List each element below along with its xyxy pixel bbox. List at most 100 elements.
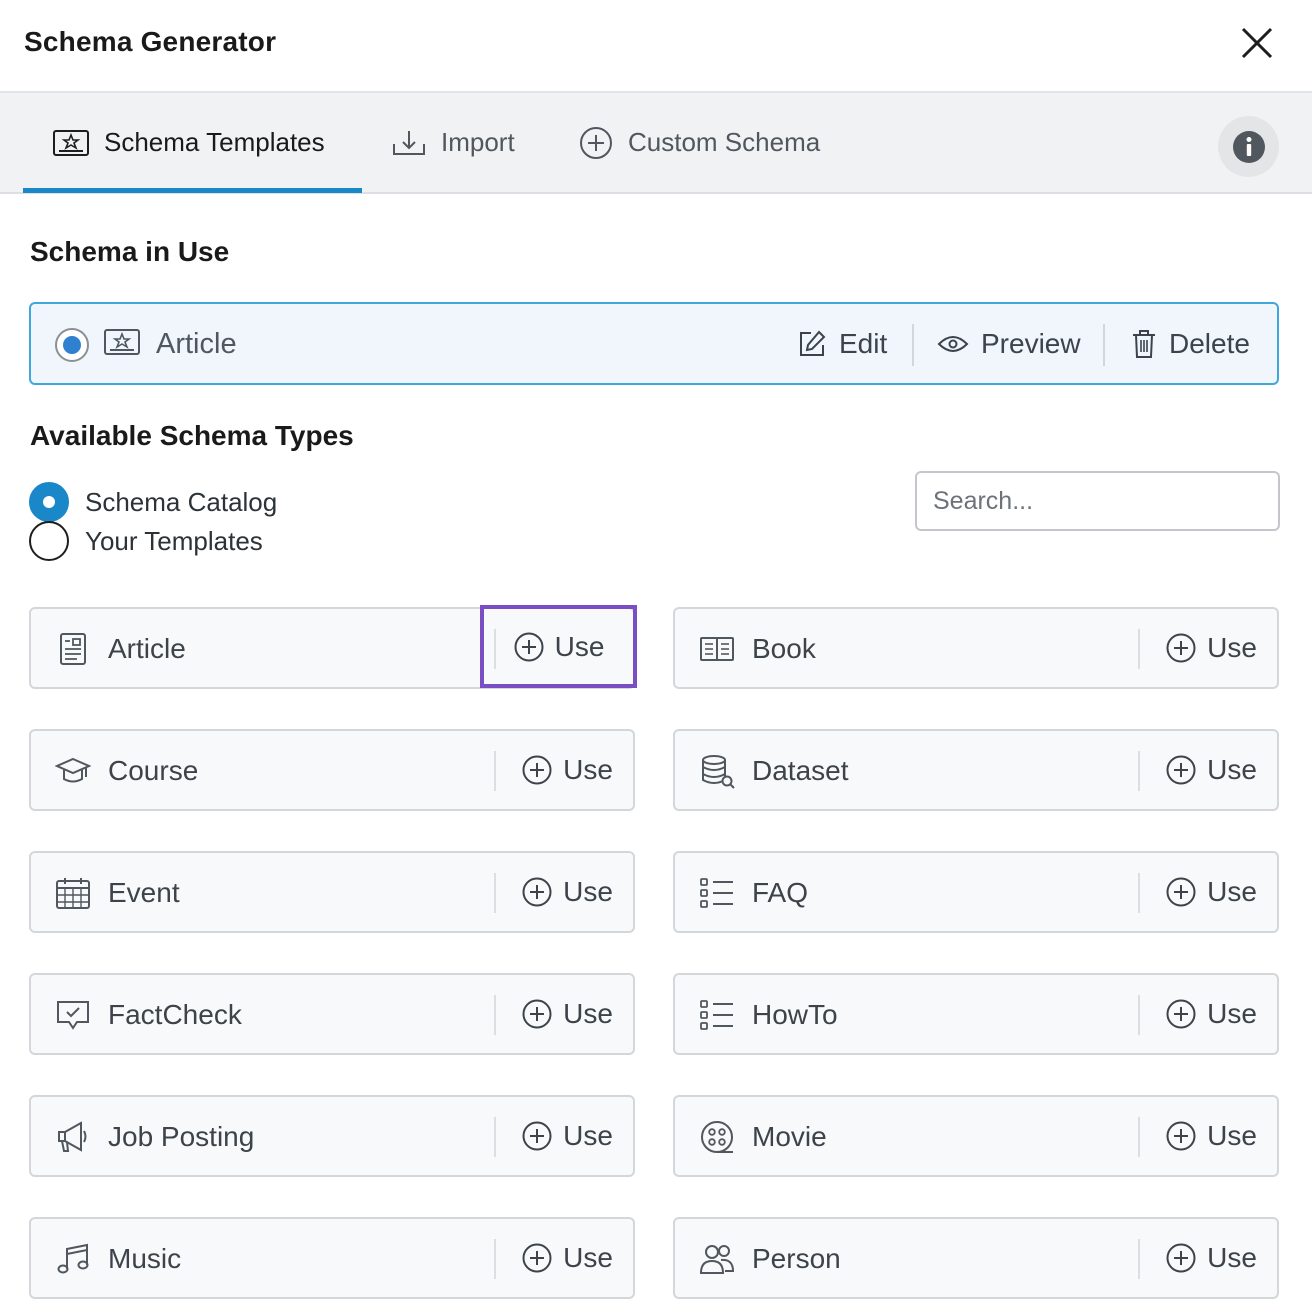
- tab-schema-templates[interactable]: Schema Templates: [52, 93, 325, 192]
- tab-label: Import: [441, 127, 515, 157]
- divider: [1138, 873, 1140, 913]
- use-label: Use: [1207, 754, 1257, 785]
- tab-import[interactable]: Import: [391, 93, 515, 192]
- plus-circle-icon: [580, 126, 612, 159]
- schema-card-faq: FAQ Use: [673, 851, 1279, 933]
- radio-label: Schema Catalog: [85, 486, 278, 517]
- divider: [912, 324, 914, 366]
- book-icon: [700, 637, 734, 661]
- schema-name: Course: [108, 755, 199, 786]
- divider: [494, 995, 496, 1035]
- use-button[interactable]: Use: [1145, 731, 1277, 809]
- divider: [1138, 751, 1140, 791]
- list-icon: [700, 878, 733, 908]
- plus-circle-icon: [1166, 1243, 1196, 1273]
- active-tab-indicator: [23, 188, 362, 193]
- section-heading-available: Available Schema Types: [30, 420, 354, 451]
- plus-circle-icon: [522, 1243, 552, 1273]
- schema-card-book: Book Use: [673, 607, 1279, 689]
- schema-card-job-posting: Job Posting Use: [29, 1095, 635, 1177]
- use-label: Use: [563, 998, 613, 1029]
- radio-schema-catalog[interactable]: Schema Catalog: [29, 482, 277, 522]
- checked-comment-icon: [57, 1001, 89, 1030]
- info-button[interactable]: [1218, 116, 1279, 177]
- schema-card-factcheck: FactCheck Use: [29, 973, 635, 1055]
- megaphone-icon: [58, 1121, 87, 1152]
- use-label: Use: [554, 630, 605, 662]
- calendar-icon: [56, 878, 90, 909]
- in-use-radio[interactable]: [55, 328, 89, 362]
- use-button[interactable]: Use: [501, 975, 633, 1053]
- schema-name: Book: [752, 633, 816, 664]
- delete-label: Delete: [1169, 327, 1250, 359]
- preview-button[interactable]: Preview: [937, 304, 1081, 383]
- use-button[interactable]: Use: [501, 1097, 633, 1175]
- divider: [1138, 1239, 1140, 1279]
- schema-name: FAQ: [752, 877, 809, 908]
- plus-circle-icon: [1166, 999, 1196, 1029]
- article-icon: [60, 633, 86, 665]
- radio-button[interactable]: [29, 521, 69, 561]
- plus-circle-icon: [514, 632, 544, 661]
- use-label: Use: [1207, 632, 1257, 663]
- plus-circle-icon: [522, 877, 552, 907]
- import-icon: [393, 130, 425, 155]
- list-icon: [700, 1000, 733, 1030]
- schema-card-person: Person Use: [673, 1217, 1279, 1299]
- use-label: Use: [1207, 1242, 1257, 1273]
- schema-card-course: Course Use: [29, 729, 635, 811]
- use-button[interactable]: Use: [501, 1219, 633, 1297]
- use-button[interactable]: Use: [501, 853, 633, 931]
- use-button[interactable]: Use: [1145, 609, 1277, 687]
- divider: [1103, 324, 1105, 366]
- use-button[interactable]: Use: [1145, 975, 1277, 1053]
- eye-icon: [937, 335, 969, 352]
- radio-button[interactable]: [29, 482, 69, 522]
- search-input[interactable]: [915, 471, 1280, 531]
- schema-in-use-card: Article Edit Preview Delete: [29, 302, 1279, 385]
- plus-circle-icon: [522, 999, 552, 1029]
- tab-custom-schema[interactable]: Custom Schema: [578, 93, 820, 192]
- schema-name: Article: [108, 633, 186, 664]
- use-label: Use: [563, 1120, 613, 1151]
- info-icon: [1232, 130, 1265, 163]
- use-button[interactable]: Use: [1145, 1219, 1277, 1297]
- in-use-schema-name: Article: [156, 328, 237, 360]
- use-button[interactable]: Use: [1145, 1097, 1277, 1175]
- use-label: Use: [563, 876, 613, 907]
- tab-label: Schema Templates: [104, 127, 325, 157]
- schema-name: Music: [108, 1243, 182, 1274]
- schema-name: Dataset: [752, 755, 849, 786]
- use-label: Use: [563, 754, 613, 785]
- section-heading-in-use: Schema in Use: [30, 236, 230, 267]
- divider: [494, 751, 496, 791]
- use-label: Use: [1207, 876, 1257, 907]
- use-label: Use: [1207, 1120, 1257, 1151]
- film-reel-icon: [701, 1121, 733, 1153]
- trash-icon: [1133, 329, 1155, 358]
- schema-card-article: Article Use: [29, 605, 637, 689]
- radio-your-templates[interactable]: Your Templates: [29, 521, 263, 561]
- close-icon[interactable]: [1236, 22, 1278, 64]
- edit-icon: [800, 330, 826, 356]
- tab-label: Custom Schema: [628, 127, 821, 157]
- tab-bar: Schema Templates Import Custom Schema: [0, 93, 1312, 194]
- schema-card-event: Event Use: [29, 851, 635, 933]
- schema-card-movie: Movie Use: [673, 1095, 1279, 1177]
- edit-button[interactable]: Edit: [797, 304, 887, 383]
- use-button[interactable]: Use: [480, 605, 637, 688]
- schema-name: Event: [108, 877, 180, 908]
- radio-label: Your Templates: [85, 525, 263, 556]
- plus-circle-icon: [1166, 633, 1196, 663]
- use-label: Use: [563, 1242, 613, 1273]
- certificate-icon: [53, 129, 89, 156]
- divider: [1138, 995, 1140, 1035]
- divider: [494, 1117, 496, 1157]
- delete-button[interactable]: Delete: [1131, 304, 1250, 383]
- use-button[interactable]: Use: [501, 731, 633, 809]
- schema-card-dataset: Dataset Use: [673, 729, 1279, 811]
- use-button[interactable]: Use: [1145, 853, 1277, 931]
- plus-circle-icon: [1166, 877, 1196, 907]
- divider: [1138, 1117, 1140, 1157]
- schema-card-music: Music Use: [29, 1217, 635, 1299]
